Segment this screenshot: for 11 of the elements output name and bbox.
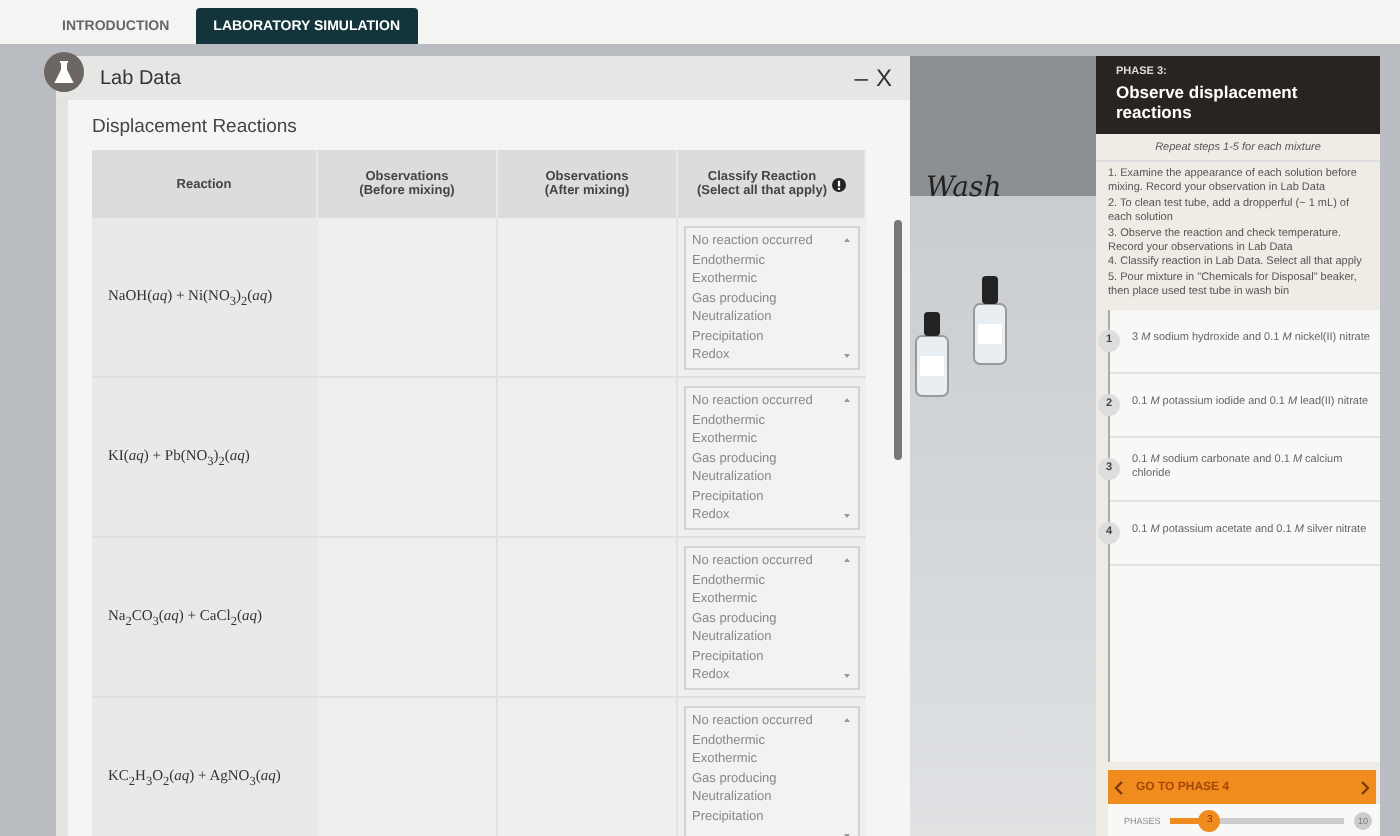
window-title: Lab Data	[100, 67, 182, 89]
wash-label: Wash	[926, 172, 1002, 204]
flask-icon	[44, 52, 84, 92]
chevron-right-icon	[1360, 779, 1370, 795]
section-heading: Displacement Reactions	[92, 116, 299, 138]
phase-title: Observe displacement reactions	[1116, 82, 1300, 122]
close-button[interactable]: X	[873, 64, 894, 92]
help-icon[interactable]	[831, 177, 846, 191]
minimize-button[interactable]: –	[852, 64, 870, 92]
scrollbar[interactable]	[892, 220, 904, 460]
chevron-left-icon	[1114, 779, 1124, 795]
